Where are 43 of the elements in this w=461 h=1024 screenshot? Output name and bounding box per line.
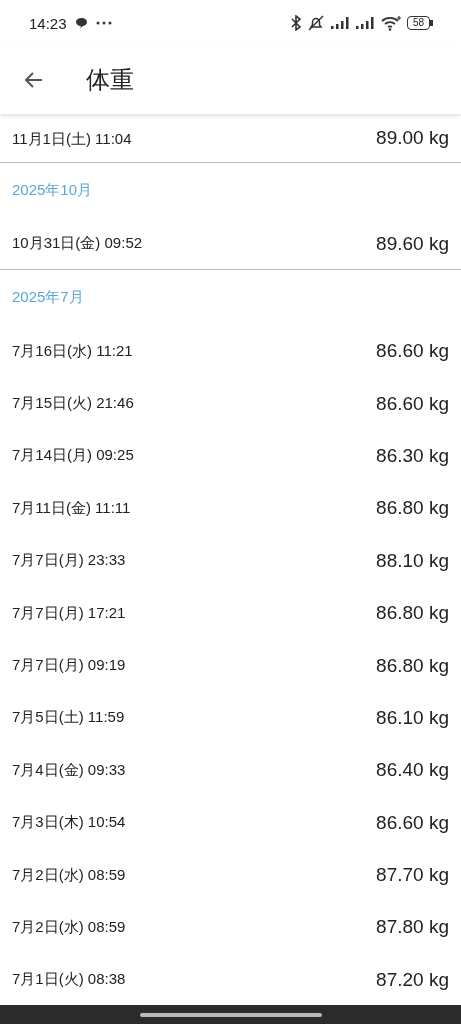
- entry-weight: 89.00 kg: [376, 127, 449, 149]
- entry-weight: 87.20 kg: [376, 968, 449, 991]
- entry-date: 7月1日(火) 08:38: [12, 970, 126, 990]
- bluetooth-icon: [289, 15, 302, 31]
- chat-bubble-icon: [74, 17, 88, 29]
- entry-date: 7月5日(土) 11:59: [12, 708, 125, 728]
- entry-date: 7月14日(月) 09:25: [12, 446, 134, 466]
- entry-date: 7月7日(月) 17:21: [12, 603, 126, 623]
- month-header: 2025年10月: [12, 181, 93, 200]
- wifi-icon: [379, 15, 402, 31]
- month-header: 2025年7月: [12, 288, 84, 307]
- entry-weight: 86.80 kg: [376, 654, 449, 677]
- entry-date: 7月11日(金) 11:11: [12, 498, 131, 518]
- entry-weight: 89.60 kg: [376, 232, 449, 255]
- muted-bell-icon: [306, 15, 325, 31]
- entry-date: 7月7日(月) 09:19: [12, 656, 126, 676]
- entry-date: 10月31日(金) 09:52: [12, 234, 143, 253]
- signal-icon: [329, 17, 350, 29]
- entry-weight: 86.60 kg: [376, 392, 449, 415]
- entry-date: 7月3日(木) 10:54: [12, 813, 126, 833]
- entry-weight: 86.60 kg: [376, 340, 449, 363]
- page-title: 体重: [86, 65, 134, 95]
- entry-date: 7月2日(水) 08:59: [12, 865, 126, 885]
- entry-date: 11月1日(土) 11:04: [12, 129, 132, 149]
- entry-weight: 86.10 kg: [376, 706, 449, 729]
- entry-weight: 86.30 kg: [376, 444, 449, 467]
- status-time: 14:23: [29, 14, 67, 32]
- battery-indicator: 58: [406, 16, 433, 30]
- entry-date: 7月16日(水) 11:21: [12, 341, 133, 361]
- entry-date: 7月15日(火) 21:46: [12, 394, 134, 414]
- entry-date: 7月7日(月) 23:33: [12, 551, 126, 571]
- home-indicator[interactable]: [139, 1012, 322, 1017]
- entry-weight: 87.80 kg: [376, 916, 449, 939]
- entry-weight: 88.10 kg: [376, 549, 449, 572]
- entry-weight: 87.70 kg: [376, 864, 449, 887]
- entry-date: 7月2日(水) 08:59: [12, 918, 126, 937]
- more-icon: [95, 21, 112, 25]
- entry-weight: 86.40 kg: [376, 759, 449, 782]
- signal-icon: [354, 17, 375, 29]
- entry-weight: 86.80 kg: [376, 602, 449, 625]
- entry-date: 7月4日(金) 09:33: [12, 760, 126, 780]
- entry-weight: 86.60 kg: [376, 811, 449, 834]
- entry-weight: 86.80 kg: [376, 497, 449, 520]
